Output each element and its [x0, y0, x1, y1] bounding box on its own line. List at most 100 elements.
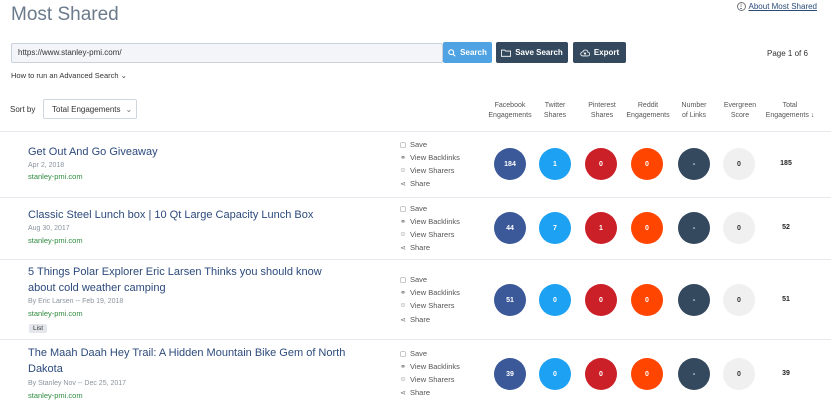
reddit-engagements-badge: 0 [631, 148, 663, 180]
view-sharers-action[interactable]: ☺ View Sharers [399, 230, 454, 239]
pinterest-shares-badge: 0 [585, 284, 617, 316]
result-title-line: Dakota [28, 363, 63, 375]
column-header-line: of Links [681, 111, 707, 119]
sort-by-label: Sort by [10, 105, 36, 114]
view-backlinks-action[interactable]: ⚭ View Backlinks [399, 288, 460, 297]
evergreen-score-badge: 0 [723, 148, 755, 180]
column-header-line: Engagements [488, 111, 532, 119]
share-action[interactable]: ⋖ Share [399, 388, 430, 397]
pagination-label: Page 1 of 6 [767, 49, 808, 58]
share-icon: ⋖ [400, 389, 406, 397]
column-header-twitter[interactable]: Twitter Shares [537, 101, 573, 120]
advanced-search-toggle[interactable]: How to run an Advanced Search ⌄ [11, 71, 127, 80]
save-action-label: Save [410, 349, 428, 358]
column-header-line: Score [730, 111, 750, 119]
result-domain[interactable]: stanley-pmi.com [28, 309, 83, 318]
result-meta: By Eric Larsen -- Feb 19, 2018 [28, 298, 124, 305]
sort-arrow-down-icon[interactable]: ↓ [811, 112, 815, 119]
result-title[interactable]: 5 Things Polar Explorer Eric Larsen Thin… [28, 264, 322, 296]
twitter-shares-badge: 0 [539, 284, 571, 316]
result-title[interactable]: The Maah Daah Hey Trail: A Hidden Mounta… [28, 345, 345, 377]
sort-select-value: Total Engagements [52, 104, 121, 114]
result-domain[interactable]: stanley-pmi.com [28, 172, 83, 181]
view-backlinks-label: View Backlinks [410, 362, 460, 371]
content-type-tag: List [29, 324, 48, 333]
column-header-line: Number [681, 102, 707, 109]
column-header-line-with-sort: Engagements ↓ [761, 111, 819, 121]
column-header-line: Engagements [765, 111, 809, 119]
chevron-down-icon: ⌄ [125, 104, 133, 114]
total-engagements: 39 [782, 370, 790, 377]
bookmark-icon: ▢ [399, 350, 407, 358]
search-input[interactable]: https://www.stanley-pmi.com/ [11, 43, 443, 63]
column-header-links[interactable]: Number of Links [676, 101, 712, 120]
bookmark-icon: ▢ [399, 276, 407, 284]
result-title-line: Get Out And Go Giveaway [28, 146, 158, 158]
column-header-total[interactable]: Total Engagements ↓ [761, 101, 819, 120]
info-icon: i [736, 2, 746, 11]
view-sharers-label: View Sharers [410, 166, 455, 175]
column-header-line: Pinterest [588, 102, 616, 109]
result-title[interactable]: Get Out And Go Giveaway [28, 144, 158, 160]
link-icon: ⚭ [400, 218, 406, 226]
result-title-line: 5 Things Polar Explorer Eric Larsen Thin… [28, 266, 322, 278]
view-backlinks-label: View Backlinks [410, 217, 460, 226]
chevron-down-icon: ⌄ [120, 71, 127, 80]
share-icon: ⋖ [400, 244, 406, 252]
search-icon [448, 48, 456, 57]
about-label[interactable]: About Most Shared [749, 2, 817, 11]
bookmark-icon: ▢ [399, 205, 407, 213]
view-sharers-action[interactable]: ☺ View Sharers [399, 301, 454, 310]
share-action[interactable]: ⋖ Share [399, 243, 430, 252]
facebook-engagements-badge: 184 [494, 148, 526, 180]
twitter-shares-badge: 7 [539, 212, 571, 244]
link-icon: ⚭ [400, 289, 406, 297]
save-action[interactable]: ▢ Save [399, 140, 427, 149]
save-action[interactable]: ▢ Save [399, 349, 427, 358]
links-badge: - [678, 148, 710, 180]
result-domain[interactable]: stanley-pmi.com [28, 236, 83, 245]
view-backlinks-action[interactable]: ⚭ View Backlinks [399, 153, 460, 162]
evergreen-score-badge: 0 [723, 212, 755, 244]
sort-select[interactable]: Total Engagements ⌄ [43, 99, 137, 119]
save-search-button[interactable]: Save Search [496, 42, 568, 63]
column-header-line: Twitter [544, 102, 566, 109]
save-action-label: Save [410, 204, 428, 213]
links-badge: - [678, 284, 710, 316]
twitter-shares-badge: 0 [539, 358, 571, 390]
column-header-reddit[interactable]: Reddit Engagements [624, 101, 672, 120]
pinterest-shares-badge: 1 [585, 212, 617, 244]
reddit-engagements-badge: 0 [631, 212, 663, 244]
search-button-label: Search [460, 48, 487, 57]
column-header-evergreen[interactable]: Evergreen Score [719, 101, 761, 120]
save-action-label: Save [410, 140, 428, 149]
view-sharers-action[interactable]: ☺ View Sharers [399, 166, 454, 175]
save-search-label: Save Search [515, 48, 563, 57]
link-icon: ⚭ [400, 154, 406, 162]
facebook-engagements-badge: 51 [494, 284, 526, 316]
share-action[interactable]: ⋖ Share [399, 179, 430, 188]
cloud-upload-icon [580, 49, 590, 56]
about-link[interactable]: i About Most Shared [736, 2, 817, 11]
advanced-search-label: How to run an Advanced Search [11, 71, 119, 80]
save-action[interactable]: ▢ Save [399, 204, 427, 213]
export-button[interactable]: Export [573, 42, 626, 63]
result-row: Get Out And Go Giveaway Apr 2, 2018 stan… [0, 131, 831, 198]
share-action[interactable]: ⋖ Share [399, 315, 430, 324]
share-icon: ⋖ [400, 316, 406, 324]
column-header-pinterest[interactable]: Pinterest Shares [583, 101, 621, 120]
links-badge: - [678, 358, 710, 390]
result-title-line: Classic Steel Lunch box | 10 Qt Large Ca… [28, 209, 314, 221]
result-domain[interactable]: stanley-pmi.com [28, 391, 83, 400]
user-icon: ☺ [399, 167, 407, 174]
view-backlinks-action[interactable]: ⚭ View Backlinks [399, 362, 460, 371]
search-button[interactable]: Search [443, 42, 492, 63]
column-header-line: Shares [543, 111, 567, 119]
view-sharers-action[interactable]: ☺ View Sharers [399, 375, 454, 384]
result-title[interactable]: Classic Steel Lunch box | 10 Qt Large Ca… [28, 207, 313, 223]
view-backlinks-action[interactable]: ⚭ View Backlinks [399, 217, 460, 226]
view-backlinks-label: View Backlinks [410, 288, 460, 297]
column-header-facebook[interactable]: Facebook Engagements [486, 101, 534, 120]
column-header-line: Engagements [626, 111, 670, 119]
save-action[interactable]: ▢ Save [399, 275, 427, 284]
